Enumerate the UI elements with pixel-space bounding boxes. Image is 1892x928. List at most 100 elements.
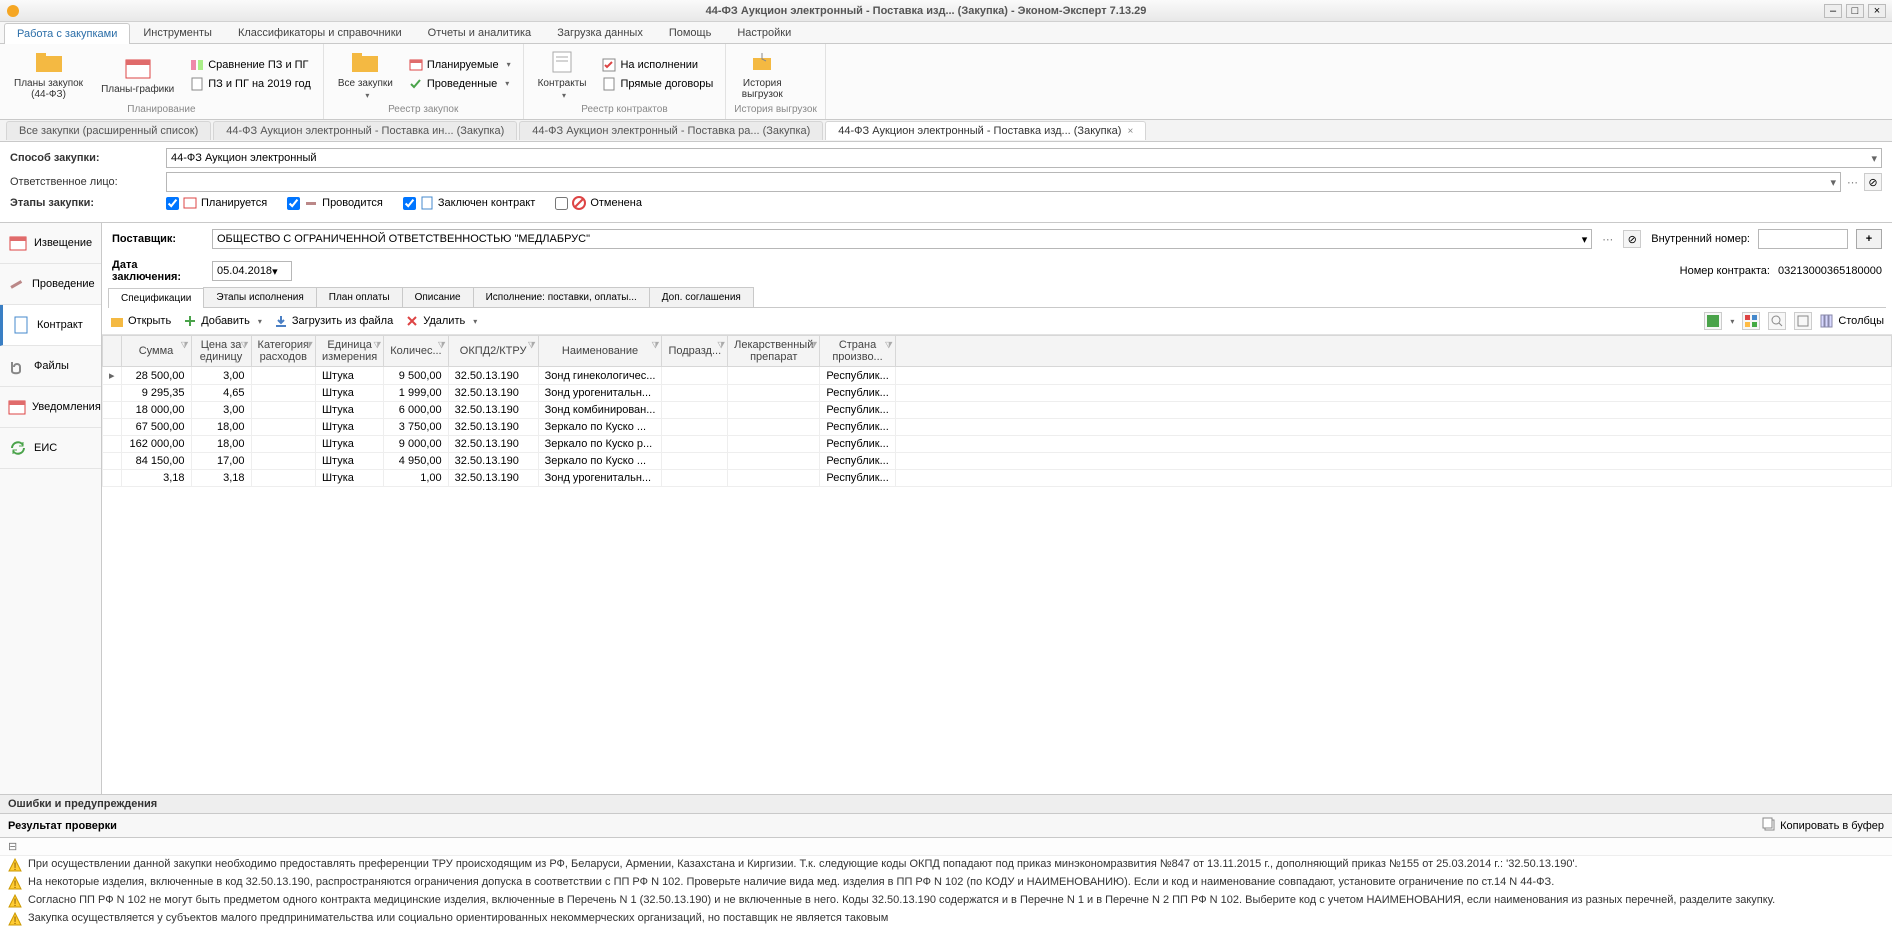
direct-contracts-button[interactable]: Прямые договоры bbox=[598, 75, 717, 93]
columns-icon bbox=[1820, 314, 1834, 328]
calendar-icon bbox=[122, 54, 154, 82]
errors-header: Ошибки и предупреждения bbox=[0, 794, 1892, 814]
inner-tab-addendum[interactable]: Доп. соглашения bbox=[649, 287, 754, 307]
maximize-button[interactable]: □ bbox=[1846, 4, 1864, 18]
form-area: Способ закупки: 44-ФЗ Аукцион электронны… bbox=[0, 142, 1892, 223]
nav-contract[interactable]: Контракт bbox=[0, 305, 101, 346]
all-purchases-button[interactable]: Все закупки ▾ bbox=[332, 46, 399, 102]
date-picker[interactable]: 05.04.2018▾ bbox=[212, 261, 292, 281]
copy-buffer-button[interactable]: Копировать в буфер bbox=[1762, 817, 1884, 834]
filter-icon[interactable]: ⧩ bbox=[528, 340, 536, 351]
stage-contract-check[interactable]: Заключен контракт bbox=[403, 196, 535, 210]
inner-tab-spec[interactable]: Спецификации bbox=[108, 288, 204, 308]
responsible-combo[interactable]: ▾ bbox=[166, 172, 1841, 192]
warning-icon: ! bbox=[8, 894, 22, 908]
clear-button[interactable]: ⊘ bbox=[1864, 173, 1882, 191]
doc-tab-1[interactable]: 44-ФЗ Аукцион электронный - Поставка ин.… bbox=[213, 121, 517, 140]
chevron-down-icon: ▾ bbox=[1582, 233, 1588, 246]
columns-button[interactable]: Столбцы bbox=[1820, 314, 1884, 328]
close-tab-icon[interactable]: × bbox=[1127, 126, 1133, 137]
stage-cancelled-check[interactable]: Отменена bbox=[555, 196, 642, 210]
table-row[interactable]: 18 000,003,00Штука6 000,0032.50.13.190Зо… bbox=[103, 402, 1892, 419]
contract-icon bbox=[11, 315, 31, 335]
menu-tab-reports[interactable]: Отчеты и аналитика bbox=[415, 22, 545, 43]
inner-tab-desc[interactable]: Описание bbox=[402, 287, 474, 307]
cancel-icon bbox=[572, 196, 586, 210]
search-button[interactable] bbox=[1768, 312, 1786, 330]
filter-icon[interactable]: ⧩ bbox=[373, 340, 381, 351]
folder-icon bbox=[349, 48, 381, 76]
doc-tab-3[interactable]: 44-ФЗ Аукцион электронный - Поставка изд… bbox=[825, 121, 1146, 140]
compare-button[interactable]: Сравнение ПЗ и ПГ bbox=[186, 56, 315, 74]
inner-tab-stages[interactable]: Этапы исполнения bbox=[203, 287, 316, 307]
menu-tabs: Работа с закупками Инструменты Классифик… bbox=[0, 22, 1892, 44]
table-row[interactable]: 162 000,0018,00Штука9 000,0032.50.13.190… bbox=[103, 436, 1892, 453]
menu-tab-loading[interactable]: Загрузка данных bbox=[544, 22, 656, 43]
menu-tab-classifiers[interactable]: Классификаторы и справочники bbox=[225, 22, 415, 43]
plans-button[interactable]: Планы закупок (44-ФЗ) bbox=[8, 46, 89, 102]
delete-button[interactable]: Удалить▾ bbox=[405, 314, 477, 328]
on-execution-button[interactable]: На исполнении bbox=[598, 56, 717, 74]
contract-icon bbox=[546, 48, 578, 76]
nav-notice[interactable]: Извещение bbox=[0, 223, 101, 264]
stage-conducted-check[interactable]: Проводится bbox=[287, 196, 383, 210]
nav-eis[interactable]: ЕИС bbox=[0, 428, 101, 469]
clear-supplier-button[interactable]: ⊘ bbox=[1623, 230, 1641, 248]
planned-button[interactable]: Планируемые▾ bbox=[405, 56, 515, 74]
inner-tab-payment[interactable]: План оплаты bbox=[316, 287, 403, 307]
warning-row: !Согласно ПП РФ N 102 не могут быть пред… bbox=[0, 892, 1892, 910]
supplier-combo[interactable]: ОБЩЕСТВО С ОГРАНИЧЕННОЙ ОТВЕТСТВЕННОСТЬЮ… bbox=[212, 229, 1592, 249]
tree-toggle[interactable]: ⊟ bbox=[0, 838, 1892, 856]
filter-icon[interactable]: ⧩ bbox=[717, 340, 725, 351]
contracts-button[interactable]: Контракты ▾ bbox=[532, 46, 593, 102]
close-button[interactable]: × bbox=[1868, 4, 1886, 18]
table-row[interactable]: 9 295,354,65Штука1 999,0032.50.13.190Зон… bbox=[103, 385, 1892, 402]
pz-pg-2019-button[interactable]: ПЗ и ПГ на 2019 год bbox=[186, 75, 315, 93]
menu-tab-help[interactable]: Помощь bbox=[656, 22, 725, 43]
add-button[interactable]: Добавить▾ bbox=[183, 314, 262, 328]
filter-icon[interactable]: ⧩ bbox=[809, 340, 817, 351]
doc-tab-all[interactable]: Все закупки (расширенный список) bbox=[6, 121, 211, 140]
grid-view-button[interactable] bbox=[1742, 312, 1760, 330]
filter-icon[interactable]: ⧩ bbox=[181, 340, 189, 351]
load-button[interactable]: Загрузить из файла bbox=[274, 314, 393, 328]
nav-notifications[interactable]: Уведомления bbox=[0, 387, 101, 428]
minimize-button[interactable]: – bbox=[1824, 4, 1842, 18]
inner-tab-exec[interactable]: Исполнение: поставки, оплаты... bbox=[473, 287, 650, 307]
conducted-button[interactable]: Проведенные▾ bbox=[405, 75, 515, 93]
chevron-down-icon: ▾ bbox=[1871, 152, 1877, 165]
table-row[interactable]: 84 150,0017,00Штука4 950,0032.50.13.190З… bbox=[103, 453, 1892, 470]
chevron-down-icon[interactable]: ▾ bbox=[1730, 317, 1734, 326]
internal-num-input[interactable] bbox=[1758, 229, 1848, 249]
group-contracts-label: Реестр контрактов bbox=[532, 102, 718, 117]
filter-icon[interactable]: ⧩ bbox=[241, 340, 249, 351]
filter-icon[interactable]: ⧩ bbox=[438, 340, 446, 351]
filter-icon[interactable]: ⧩ bbox=[885, 340, 893, 351]
table-row[interactable]: 3,183,18Штука1,0032.50.13.190Зонд уроген… bbox=[103, 470, 1892, 487]
ellipsis-icon[interactable]: ⋯ bbox=[1602, 233, 1613, 246]
table-row[interactable]: 67 500,0018,00Штука3 750,0032.50.13.190З… bbox=[103, 419, 1892, 436]
chevron-down-icon: ▾ bbox=[473, 317, 477, 326]
plans-schedules-button[interactable]: Планы-графики bbox=[95, 52, 180, 97]
doc-tab-2[interactable]: 44-ФЗ Аукцион электронный - Поставка ра.… bbox=[519, 121, 823, 140]
open-icon bbox=[110, 314, 124, 328]
open-button[interactable]: Открыть bbox=[110, 314, 171, 328]
filter-icon[interactable]: ⧩ bbox=[305, 340, 313, 351]
excel-button[interactable] bbox=[1704, 312, 1722, 330]
nav-files[interactable]: Файлы bbox=[0, 346, 101, 387]
ellipsis-icon[interactable]: ⋯ bbox=[1847, 176, 1858, 189]
history-button[interactable]: История выгрузок bbox=[734, 46, 790, 102]
menu-tab-tools[interactable]: Инструменты bbox=[130, 22, 225, 43]
nav-conduct[interactable]: Проведение bbox=[0, 264, 101, 305]
add-internal-num-button[interactable]: + bbox=[1856, 229, 1882, 249]
spec-grid[interactable]: Сумма⧩ Цена за единицу⧩ Категория расход… bbox=[102, 335, 1892, 794]
table-row[interactable]: ▸28 500,003,00Штука9 500,0032.50.13.190З… bbox=[103, 367, 1892, 385]
chevron-down-icon: ▾ bbox=[272, 265, 278, 278]
sync-icon bbox=[8, 438, 28, 458]
method-combo[interactable]: 44-ФЗ Аукцион электронный▾ bbox=[166, 148, 1882, 168]
stage-planning-check[interactable]: Планируется bbox=[166, 196, 267, 210]
settings-button[interactable] bbox=[1794, 312, 1812, 330]
menu-tab-settings[interactable]: Настройки bbox=[724, 22, 804, 43]
menu-tab-purchases[interactable]: Работа с закупками bbox=[4, 23, 130, 44]
filter-icon[interactable]: ⧩ bbox=[651, 340, 659, 351]
